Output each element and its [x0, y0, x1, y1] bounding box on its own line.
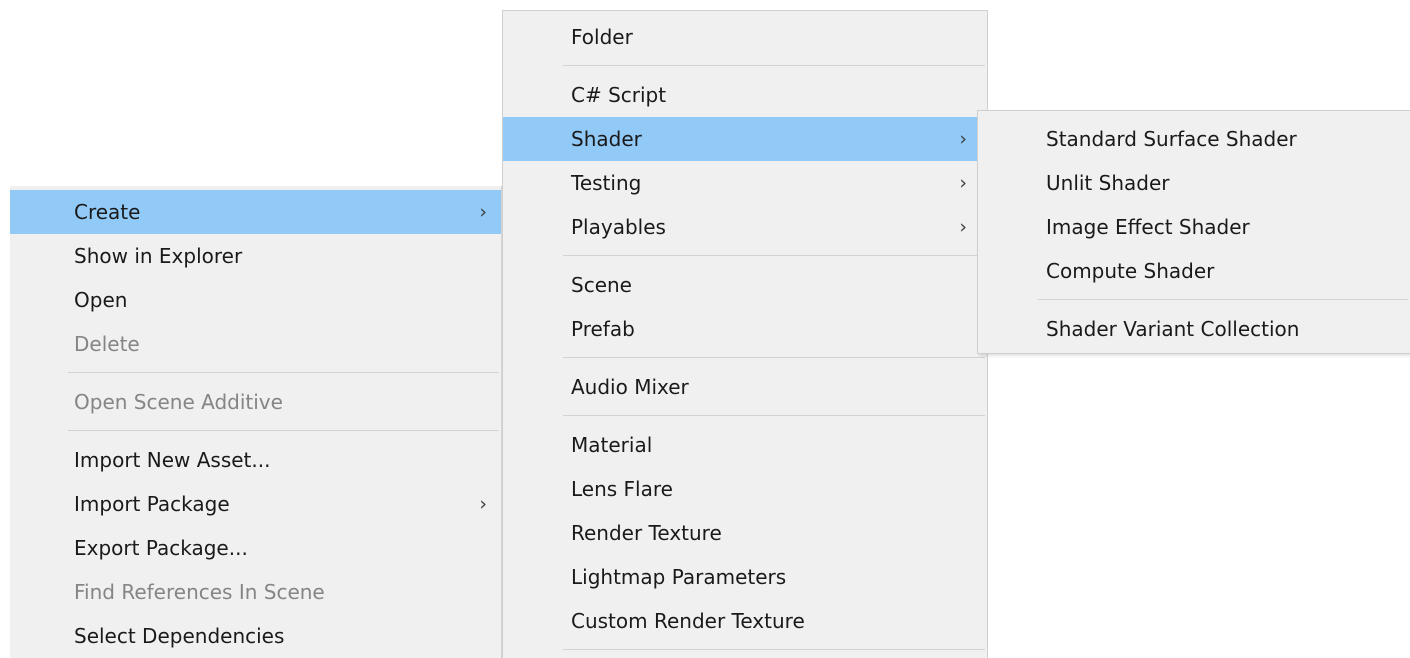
menu-item-material[interactable]: Material [503, 423, 987, 467]
menu-item-testing[interactable]: Testing › [503, 161, 987, 205]
menu-item-label: Shader [571, 127, 642, 151]
menu-item-label: Playables [571, 215, 666, 239]
menu-item-import-package[interactable]: Import Package › [10, 482, 501, 526]
shader-submenu: Standard Surface Shader Unlit Shader Ima… [977, 110, 1410, 354]
menu-item-shader[interactable]: Shader › [503, 117, 987, 161]
menu-item-label: Lens Flare [571, 477, 673, 501]
menu-item-label: Export Package... [74, 536, 248, 560]
menu-item-label: Open Scene Additive [74, 390, 283, 414]
menu-separator [503, 351, 987, 365]
menu-item-label: Testing [571, 171, 642, 195]
menu-item-shader-variant-collection[interactable]: Shader Variant Collection [978, 307, 1410, 351]
menu-item-label: Shader Variant Collection [1046, 317, 1300, 341]
menu-item-label: Select Dependencies [74, 624, 285, 648]
menu-item-label: Create [74, 200, 141, 224]
menu-separator [503, 59, 987, 73]
menu-item-label: Delete [74, 332, 140, 356]
menu-separator [978, 293, 1410, 307]
chevron-right-icon: › [959, 216, 967, 238]
menu-item-find-references-in-scene: Find References In Scene [10, 570, 501, 614]
menu-item-compute-shader[interactable]: Compute Shader [978, 249, 1410, 293]
menu-separator [503, 409, 987, 423]
menu-separator [10, 424, 501, 438]
menu-item-export-package[interactable]: Export Package... [10, 526, 501, 570]
menu-item-lens-flare[interactable]: Lens Flare [503, 467, 987, 511]
menu-item-label: C# Script [571, 83, 667, 107]
menu-item-scene[interactable]: Scene [503, 263, 987, 307]
menu-item-unlit-shader[interactable]: Unlit Shader [978, 161, 1410, 205]
chevron-right-icon: › [479, 201, 487, 223]
menu-item-label: Scene [571, 273, 632, 297]
menu-item-label: Lightmap Parameters [571, 565, 787, 589]
chevron-right-icon: › [479, 493, 487, 515]
create-submenu: Folder C# Script Shader › Testing › Play… [502, 10, 988, 658]
chevron-right-icon: › [959, 172, 967, 194]
menu-separator [503, 643, 987, 657]
menu-item-label: Import Package [74, 492, 230, 516]
menu-item-show-in-explorer[interactable]: Show in Explorer [10, 234, 501, 278]
menu-item-standard-surface-shader[interactable]: Standard Surface Shader [978, 117, 1410, 161]
menu-item-label: Import New Asset... [74, 448, 271, 472]
menu-item-label: Show in Explorer [74, 244, 243, 268]
context-menu: Create › Show in Explorer Open Delete Op… [10, 186, 502, 658]
menu-item-open[interactable]: Open [10, 278, 501, 322]
menu-item-render-texture[interactable]: Render Texture [503, 511, 987, 555]
menu-item-create[interactable]: Create › [10, 190, 501, 234]
menu-item-custom-render-texture[interactable]: Custom Render Texture [503, 599, 987, 643]
menu-item-label: Render Texture [571, 521, 722, 545]
menu-item-label: Unlit Shader [1046, 171, 1170, 195]
menu-item-label: Image Effect Shader [1046, 215, 1250, 239]
menu-item-delete: Delete [10, 322, 501, 366]
menu-item-label: Find References In Scene [74, 580, 325, 604]
menu-item-label: Custom Render Texture [571, 609, 805, 633]
menu-item-label: Audio Mixer [571, 375, 689, 399]
menu-item-select-dependencies[interactable]: Select Dependencies [10, 614, 501, 658]
menu-item-import-new-asset[interactable]: Import New Asset... [10, 438, 501, 482]
chevron-right-icon: › [959, 128, 967, 150]
menu-item-prefab[interactable]: Prefab [503, 307, 987, 351]
menu-item-label: Material [571, 433, 653, 457]
menu-item-label: Prefab [571, 317, 635, 341]
menu-item-audio-mixer[interactable]: Audio Mixer [503, 365, 987, 409]
menu-item-lightmap-parameters[interactable]: Lightmap Parameters [503, 555, 987, 599]
menu-item-label: Compute Shader [1046, 259, 1215, 283]
menu-item-csharp-script[interactable]: C# Script [503, 73, 987, 117]
menu-item-image-effect-shader[interactable]: Image Effect Shader [978, 205, 1410, 249]
menu-item-folder[interactable]: Folder [503, 15, 987, 59]
menu-item-playables[interactable]: Playables › [503, 205, 987, 249]
menu-item-label: Standard Surface Shader [1046, 127, 1297, 151]
menu-separator [10, 366, 501, 380]
menu-item-open-scene-additive: Open Scene Additive [10, 380, 501, 424]
menu-item-label: Folder [571, 25, 633, 49]
menu-separator [503, 249, 987, 263]
menu-item-label: Open [74, 288, 128, 312]
